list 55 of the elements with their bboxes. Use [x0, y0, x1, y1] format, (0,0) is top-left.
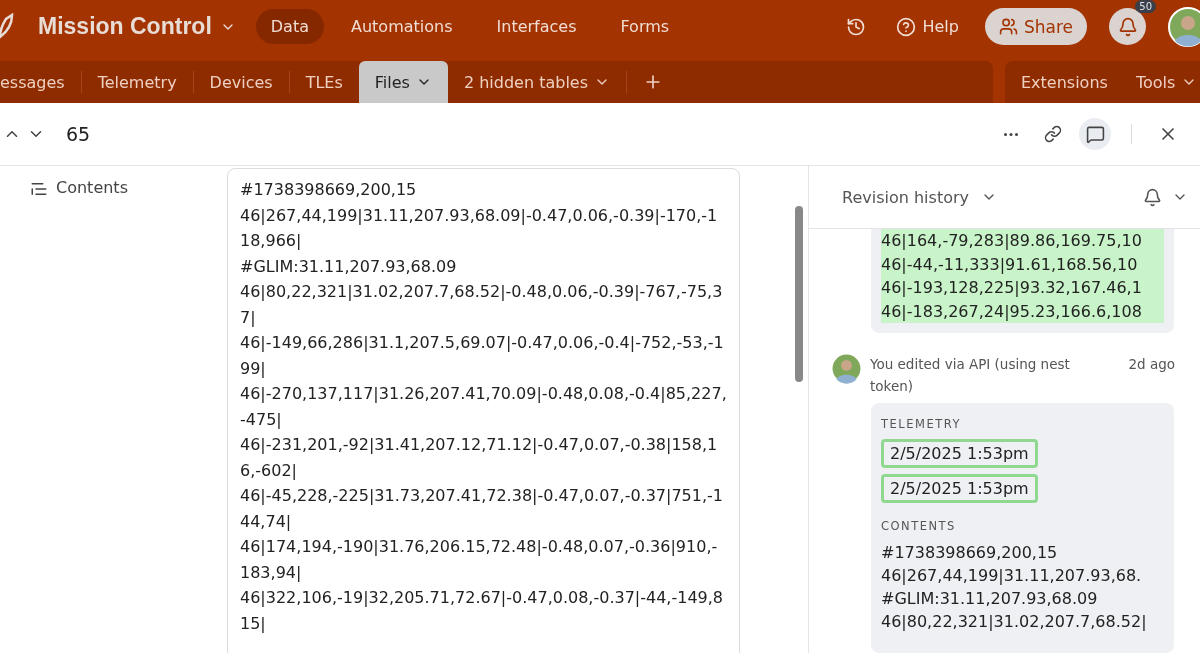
- text-line: 46|174,194,-190|31.76,206.15,72.48|-0.48,0.07,-0.36|910,-183,94|: [240, 536, 719, 584]
- text-line: 46|-231,201,-92|31.41,207.12,71.12|-0.47,0.07,-0.38|158,16,-602|: [240, 434, 719, 482]
- bell-icon: [1117, 16, 1138, 37]
- nav-tab[interactable]: Forms: [605, 9, 685, 44]
- content-line: 46|267,44,199|31.11,207.93,68.: [881, 565, 1143, 587]
- users-icon: [998, 17, 1018, 36]
- bell-icon[interactable]: [1143, 187, 1162, 207]
- notifications-button[interactable]: [1109, 8, 1146, 45]
- nav-tab[interactable]: Interfaces: [481, 9, 592, 44]
- text-line: 46|-45,228,-225|31.73,207.41,72.38|-0.47,0.07,-0.37|751,-144,74|: [240, 485, 724, 533]
- avatar-icon: [831, 353, 862, 384]
- table-tab[interactable]: 2 hidden tables: [447, 61, 626, 103]
- text-line: 46|80,22,321|31.02,207.7,68.52|-0.48,0.06,-0.39|-767,-75,37|: [240, 281, 724, 329]
- scrollbar[interactable]: [795, 206, 803, 382]
- app-title: Mission Control: [38, 13, 212, 40]
- section-label: CONTENTS: [881, 519, 957, 533]
- section-label: TELEMETRY: [881, 417, 962, 431]
- text-line: 46|322,106,-19|32,205.71,72.67|-0.47,0.08,-0.37|-44,-149,815|: [240, 587, 724, 635]
- table-tab[interactable]: essages: [0, 61, 81, 103]
- table-tab[interactable]: Telemetry: [81, 61, 193, 103]
- revision-time: 2d ago: [1128, 355, 1175, 374]
- nav-tab[interactable]: Data: [255, 9, 324, 44]
- avatar-icon: [1168, 6, 1200, 47]
- date-pill: 2/5/2025 1:53pm: [881, 474, 1038, 503]
- field-label: Contents: [56, 178, 128, 197]
- revision-text: You edited via API (using nest token): [870, 355, 1070, 396]
- content-line: #GLIM:31.11,207.93,68.09: [881, 588, 1099, 610]
- date-pill: 2/5/2025 1:53pm: [881, 439, 1038, 468]
- logo-icon: [0, 12, 14, 41]
- content-line: #1738398669,200,15: [881, 542, 1059, 564]
- content-line: 46|80,22,321|31.02,207.7,68.52|: [881, 611, 1148, 633]
- text-line: 46|-149,66,286|31.1,207.5,69.07|-0.47,0.06,-0.4|-752,-53,-199|: [240, 332, 725, 380]
- help-button[interactable]: Help: [892, 12, 963, 41]
- history-icon: [846, 16, 867, 37]
- help-icon: [896, 16, 917, 37]
- text-line: #GLIM:31.11,207.93,68.09: [240, 255, 458, 278]
- text-line: 46|-270,137,117|31.26,207.41,70.09|-0.48,0.08,-0.4|85,227,-475|: [240, 383, 727, 431]
- toolbar-button[interactable]: Tools: [1135, 72, 1198, 92]
- table-tab[interactable]: Files: [358, 61, 448, 103]
- contents-field[interactable]: [227, 168, 740, 653]
- link-icon: [1044, 125, 1062, 143]
- toolbar-button[interactable]: Extensions: [1021, 72, 1108, 92]
- nav-tab[interactable]: Automations: [336, 9, 468, 44]
- record-title: 65: [66, 123, 91, 145]
- long-text-icon: [30, 180, 48, 198]
- more-icon: [1004, 132, 1018, 136]
- text-line: #1738398669,200,15: [240, 179, 418, 201]
- revision-history-dropdown[interactable]: Revision history: [842, 187, 997, 207]
- comments-button[interactable]: [1079, 118, 1111, 150]
- share-button[interactable]: Share: [984, 8, 1087, 45]
- notification-count: 50: [1135, 0, 1156, 13]
- table-tab[interactable]: Devices: [193, 61, 289, 103]
- comment-icon: [1085, 124, 1105, 144]
- table-tab[interactable]: TLEs: [289, 61, 359, 103]
- text-line: 46|267,44,199|31.11,207.93,68.09|-0.47,0.06,-0.39|-170,-118,966|: [240, 204, 719, 252]
